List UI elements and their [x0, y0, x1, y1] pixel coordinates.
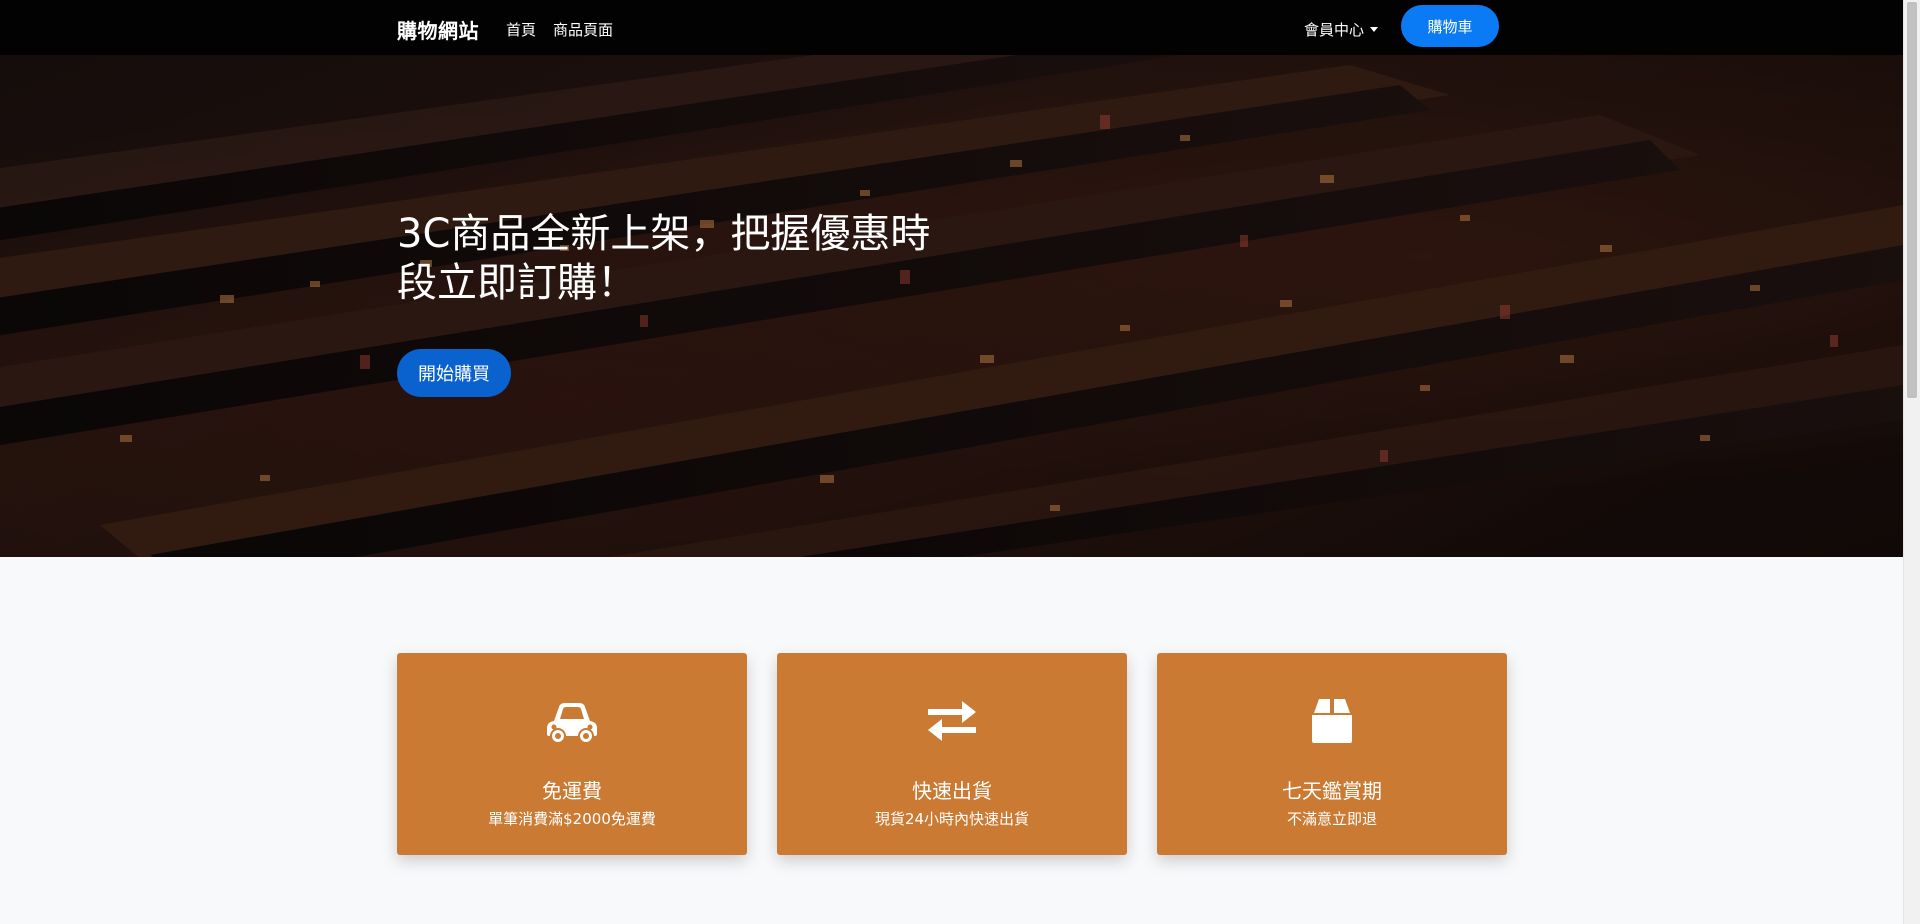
feature-description: 不滿意立即退: [1286, 810, 1377, 828]
hero-headline: 3C商品全新上架，把握優惠時段立即訂購！: [397, 211, 931, 306]
top-navbar: 購物網站 首頁 商品頁面 會員中心 購物車: [0, 0, 1903, 55]
feature-description: 單筆消費滿$2000免運費: [488, 810, 656, 828]
feature-card-return-period: 七天鑑賞期 不滿意立即退: [1157, 653, 1507, 855]
start-shopping-button[interactable]: 開始購買: [397, 349, 511, 397]
caret-down-icon: [1370, 27, 1379, 32]
feature-card-free-shipping: 免運費 單筆消費滿$2000免運費: [397, 653, 747, 855]
cart-button[interactable]: 購物車: [1401, 5, 1499, 47]
exchange-arrows-icon: [928, 701, 976, 741]
member-center-label: 會員中心: [1304, 21, 1365, 39]
feature-title: 七天鑑賞期: [1282, 779, 1382, 803]
page-scrollbar[interactable]: [1903, 0, 1920, 924]
nav-link-home[interactable]: 首頁: [506, 19, 536, 40]
feature-title: 免運費: [542, 779, 602, 803]
feature-description: 現貨24小時內快速出貨: [874, 810, 1030, 828]
car-icon: [547, 703, 597, 744]
nav-link-products[interactable]: 商品頁面: [553, 19, 613, 40]
feature-cards: 免運費 單筆消費滿$2000免運費 快速出貨 現貨24小時內快速出貨 七天鑑賞期…: [397, 653, 1507, 855]
hero-banner: 3C商品全新上架，把握優惠時段立即訂購！ 開始購買: [0, 55, 1903, 557]
feature-card-fast-delivery: 快速出貨 現貨24小時內快速出貨: [777, 653, 1127, 855]
box-icon: [1312, 699, 1352, 743]
brand-logo[interactable]: 購物網站: [397, 15, 479, 44]
feature-title: 快速出貨: [912, 779, 992, 803]
member-center-dropdown[interactable]: 會員中心: [1304, 19, 1379, 40]
scrollbar-thumb[interactable]: [1907, 2, 1917, 398]
